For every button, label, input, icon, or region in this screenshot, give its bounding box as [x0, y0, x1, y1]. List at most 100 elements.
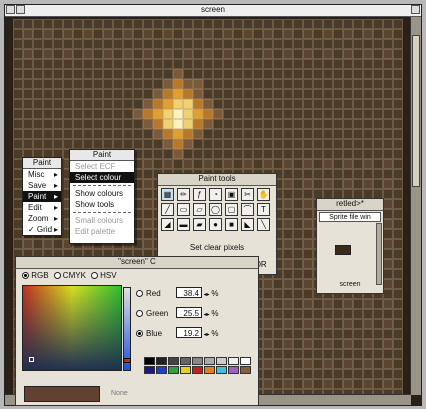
- pixel-cell[interactable]: [113, 99, 123, 109]
- pixel-cell[interactable]: [333, 329, 343, 339]
- pixel-cell[interactable]: [153, 59, 163, 69]
- pixel-cell[interactable]: [353, 319, 363, 329]
- palette-swatch[interactable]: [144, 366, 155, 374]
- pixel-cell[interactable]: [263, 329, 273, 339]
- pixel-cell[interactable]: [293, 289, 303, 299]
- pixel-cell[interactable]: [323, 179, 333, 189]
- pixel-cell[interactable]: [23, 19, 33, 29]
- pixel-cell[interactable]: [243, 149, 253, 159]
- pixel-cell[interactable]: [23, 129, 33, 139]
- pixel-cell[interactable]: [183, 149, 193, 159]
- pixel-cell[interactable]: [13, 79, 23, 89]
- pixel-cell[interactable]: [313, 139, 323, 149]
- pixel-cell[interactable]: [183, 139, 193, 149]
- paint-tool-icon[interactable]: ●: [209, 218, 222, 231]
- pixel-cell[interactable]: [53, 79, 63, 89]
- pixel-cell[interactable]: [383, 29, 393, 39]
- pixel-cell[interactable]: [243, 109, 253, 119]
- pixel-cell[interactable]: [393, 209, 403, 219]
- pixel-cell[interactable]: [243, 89, 253, 99]
- pixel-cell[interactable]: [383, 279, 393, 289]
- paint-tool-icon[interactable]: ✂: [241, 188, 254, 201]
- pixel-cell[interactable]: [373, 129, 383, 139]
- pixel-cell[interactable]: [103, 29, 113, 39]
- pixel-cell[interactable]: [363, 369, 373, 379]
- pixel-cell[interactable]: [363, 139, 373, 149]
- pixel-cell[interactable]: [153, 159, 163, 169]
- pixel-cell[interactable]: [203, 39, 213, 49]
- pixel-cell[interactable]: [333, 69, 343, 79]
- pixel-cell[interactable]: [313, 79, 323, 89]
- channel-arrows-icon[interactable]: ◂▸: [202, 332, 211, 338]
- pixel-cell[interactable]: [153, 119, 163, 129]
- pixel-cell[interactable]: [293, 269, 303, 279]
- pixel-cell[interactable]: [213, 49, 223, 59]
- radio-icon[interactable]: [22, 272, 29, 280]
- paint-tool-icon[interactable]: ⌒: [241, 203, 254, 216]
- pixel-cell[interactable]: [243, 39, 253, 49]
- pixel-cell[interactable]: [123, 119, 133, 129]
- channel-radio-icon[interactable]: [136, 290, 143, 298]
- pixel-cell[interactable]: [193, 149, 203, 159]
- pixel-cell[interactable]: [123, 19, 133, 29]
- pixel-cell[interactable]: [333, 369, 343, 379]
- pixel-cell[interactable]: [273, 279, 283, 289]
- pixel-cell[interactable]: [313, 119, 323, 129]
- pixel-cell[interactable]: [253, 149, 263, 159]
- pixel-cell[interactable]: [383, 379, 393, 389]
- pixel-cell[interactable]: [313, 379, 323, 389]
- paint-menu-item[interactable]: Paint ▸: [23, 191, 61, 202]
- pixel-cell[interactable]: [293, 29, 303, 39]
- pixel-cell[interactable]: [233, 39, 243, 49]
- pixel-cell[interactable]: [323, 139, 333, 149]
- pixel-cell[interactable]: [393, 189, 403, 199]
- pixel-cell[interactable]: [393, 279, 403, 289]
- pixel-cell[interactable]: [83, 19, 93, 29]
- pixel-cell[interactable]: [313, 39, 323, 49]
- pixel-cell[interactable]: [233, 49, 243, 59]
- pixel-cell[interactable]: [13, 89, 23, 99]
- pixel-cell[interactable]: [293, 219, 303, 229]
- paint-tools-titlebar[interactable]: Paint tools: [158, 174, 276, 186]
- pixel-cell[interactable]: [283, 119, 293, 129]
- pixel-cell[interactable]: [393, 19, 403, 29]
- pixel-cell[interactable]: [273, 19, 283, 29]
- palette-swatch[interactable]: [168, 366, 179, 374]
- paint-tool-icon[interactable]: ▦: [161, 188, 174, 201]
- pixel-cell[interactable]: [63, 99, 73, 109]
- pixel-cell[interactable]: [353, 139, 363, 149]
- pixel-cell[interactable]: [303, 119, 313, 129]
- blue-slider-marker[interactable]: [123, 358, 131, 363]
- pixel-cell[interactable]: [343, 299, 353, 309]
- pixel-cell[interactable]: [383, 59, 393, 69]
- pixel-cell[interactable]: [233, 109, 243, 119]
- pixel-cell[interactable]: [303, 369, 313, 379]
- pixel-cell[interactable]: [23, 29, 33, 39]
- pixel-cell[interactable]: [303, 279, 313, 289]
- pixel-cell[interactable]: [283, 199, 293, 209]
- pixel-cell[interactable]: [223, 109, 233, 119]
- pixel-cell[interactable]: [33, 19, 43, 29]
- pixel-cell[interactable]: [383, 199, 393, 209]
- pixel-cell[interactable]: [373, 119, 383, 129]
- pixel-cell[interactable]: [283, 249, 293, 259]
- pixel-cell[interactable]: [223, 39, 233, 49]
- pixel-cell[interactable]: [133, 99, 143, 109]
- pixel-cell[interactable]: [393, 29, 403, 39]
- pixel-cell[interactable]: [393, 349, 403, 359]
- pixel-cell[interactable]: [93, 99, 103, 109]
- pixel-cell[interactable]: [173, 99, 183, 109]
- pixel-cell[interactable]: [263, 309, 273, 319]
- pixel-cell[interactable]: [233, 29, 243, 39]
- pixel-cell[interactable]: [323, 109, 333, 119]
- pixel-cell[interactable]: [283, 169, 293, 179]
- pixel-cell[interactable]: [103, 139, 113, 149]
- pixel-cell[interactable]: [293, 379, 303, 389]
- pixel-cell[interactable]: [103, 69, 113, 79]
- pixel-cell[interactable]: [283, 99, 293, 109]
- pixel-cell[interactable]: [223, 89, 233, 99]
- pixel-cell[interactable]: [33, 79, 43, 89]
- pixel-cell[interactable]: [113, 129, 123, 139]
- pixel-cell[interactable]: [393, 249, 403, 259]
- paint-menu-item[interactable]: Zoom ▸: [23, 213, 61, 224]
